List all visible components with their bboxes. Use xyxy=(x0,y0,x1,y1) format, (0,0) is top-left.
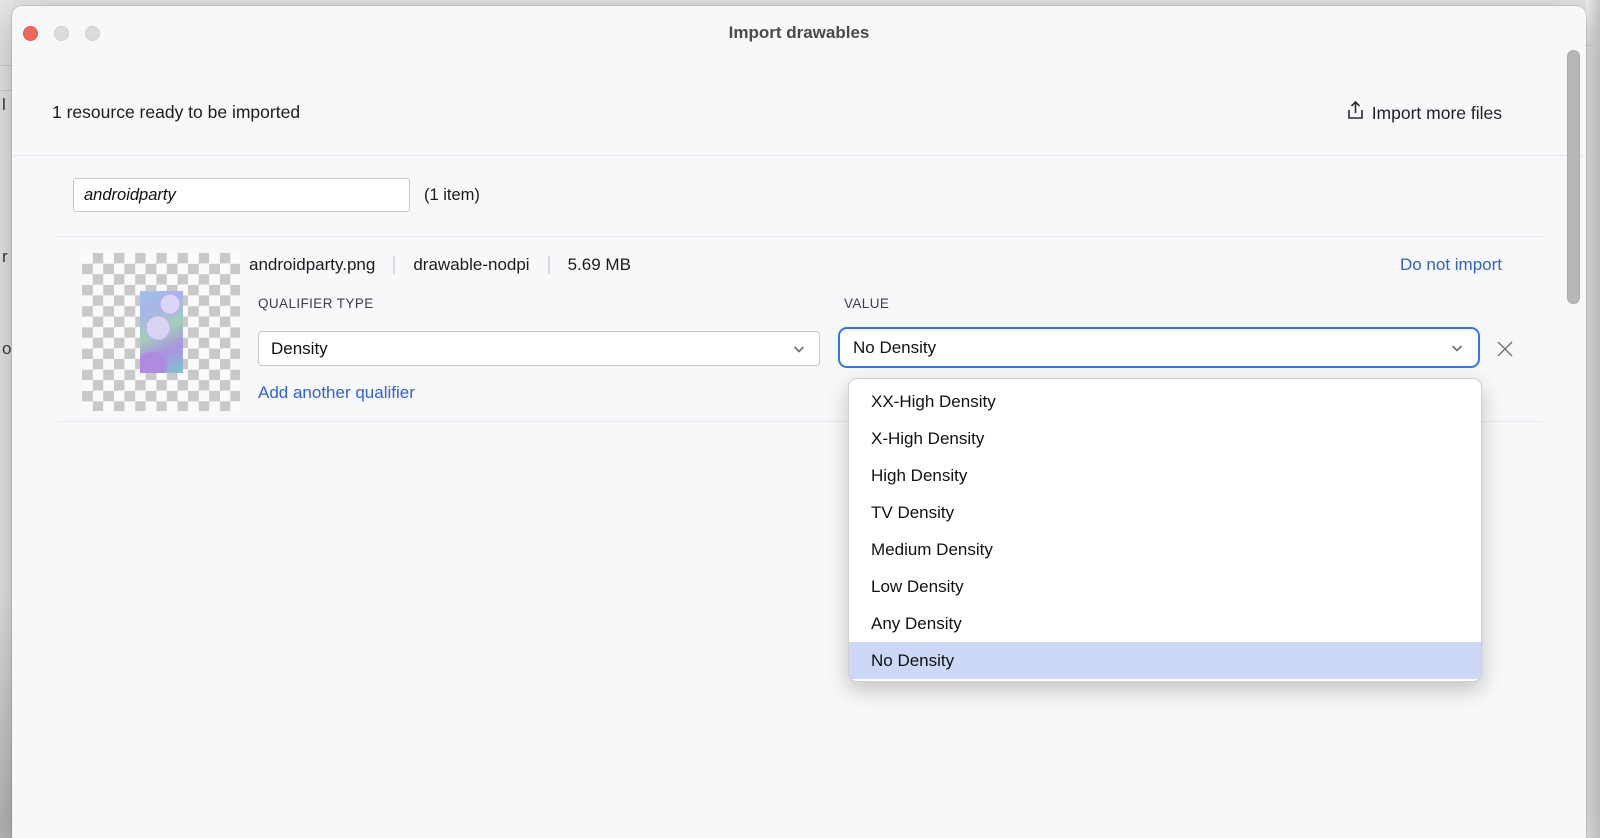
background-text-fragment: l xyxy=(2,95,6,115)
drawable-preview-image xyxy=(140,291,183,373)
do-not-import-link[interactable]: Do not import xyxy=(1400,246,1502,284)
upload-icon xyxy=(1346,100,1365,126)
resource-name-input[interactable] xyxy=(73,178,410,212)
file-size: 5.69 MB xyxy=(568,255,631,275)
background-text-fragment: o xyxy=(2,339,11,359)
dropdown-option[interactable]: Low Density xyxy=(849,568,1481,605)
dropdown-option[interactable]: X-High Density xyxy=(849,420,1481,457)
qualifier-type-label: QUALIFIER TYPE xyxy=(258,296,374,311)
import-more-files-label: Import more files xyxy=(1372,103,1502,124)
qualifier-type-select[interactable]: Density xyxy=(258,331,820,366)
background-window-right xyxy=(1586,0,1600,838)
add-another-qualifier-link[interactable]: Add another qualifier xyxy=(258,383,415,403)
file-name: androidparty.png xyxy=(249,255,375,275)
dropdown-scrollbar-thumb[interactable] xyxy=(1567,50,1580,304)
title-bar[interactable]: Import drawables xyxy=(12,6,1586,56)
item-count-label: (1 item) xyxy=(424,178,480,212)
chevron-down-icon xyxy=(1449,340,1465,356)
background-text-fragment: r xyxy=(2,247,8,267)
dropdown-option-list: XX-High DensityX-High DensityHigh Densit… xyxy=(849,383,1481,679)
qualifier-type-selected-value: Density xyxy=(271,339,791,359)
import-more-files-button[interactable]: Import more files xyxy=(1346,100,1502,126)
dropdown-option[interactable]: No Density xyxy=(849,642,1481,679)
dropdown-option[interactable]: XX-High Density xyxy=(849,383,1481,420)
value-dropdown-popup: XX-High DensityX-High DensityHigh Densit… xyxy=(848,378,1482,682)
chevron-down-icon xyxy=(791,341,807,357)
file-info-row: androidparty.png drawable-nodpi 5.69 MB xyxy=(249,246,631,284)
background-line xyxy=(1586,45,1600,46)
value-label: VALUE xyxy=(844,296,889,311)
value-select[interactable]: No Density xyxy=(838,327,1480,368)
dropdown-option[interactable]: TV Density xyxy=(849,494,1481,531)
remove-qualifier-button[interactable] xyxy=(1492,336,1518,362)
window-title: Import drawables xyxy=(12,23,1586,43)
dropdown-option[interactable]: Any Density xyxy=(849,605,1481,642)
dropdown-option[interactable]: High Density xyxy=(849,457,1481,494)
separator xyxy=(393,256,395,274)
drawable-thumbnail xyxy=(82,253,240,411)
separator xyxy=(548,256,550,274)
header-divider xyxy=(12,155,1586,156)
item-top-divider xyxy=(58,236,1542,237)
dropdown-option[interactable]: Medium Density xyxy=(849,531,1481,568)
value-selected-value: No Density xyxy=(853,338,1449,358)
resources-ready-status: 1 resource ready to be imported xyxy=(52,102,300,123)
import-drawables-dialog: Import drawables 1 resource ready to be … xyxy=(12,6,1586,838)
target-folder: drawable-nodpi xyxy=(413,255,529,275)
